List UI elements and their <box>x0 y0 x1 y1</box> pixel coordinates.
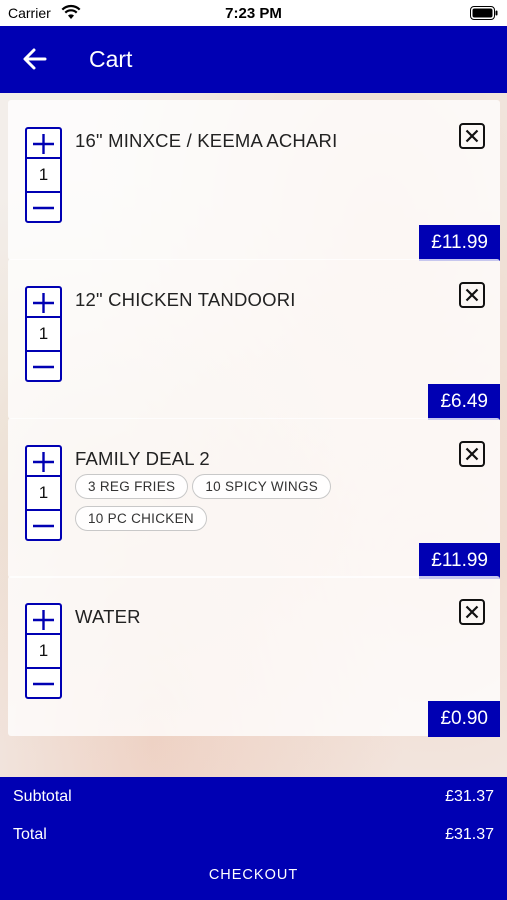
arrow-left-icon[interactable] <box>20 45 50 73</box>
subtotal-value: £31.37 <box>445 788 494 805</box>
decrement-button[interactable] <box>27 350 60 380</box>
decrement-button[interactable] <box>27 191 60 221</box>
cart-item: 1 16" MINXCE / KEEMA ACHARI £11.99 <box>8 100 500 261</box>
item-name: 12" CHICKEN TANDOORI <box>75 289 296 310</box>
plus-icon <box>33 452 54 472</box>
battery-icon <box>470 6 498 20</box>
quantity-value: 1 <box>38 641 49 660</box>
increment-button[interactable] <box>27 129 60 159</box>
cart-screen: Carrier 7:23 PM Cart 1 16" MINXCE / KEEM… <box>0 0 507 900</box>
minus-icon <box>33 682 54 686</box>
close-box-icon[interactable] <box>459 441 485 467</box>
item-options: 3 REG FRIES 10 SPICY WINGS 10 PC CHICKEN <box>75 474 375 538</box>
plus-icon <box>33 610 54 630</box>
decrement-button[interactable] <box>27 509 60 539</box>
quantity-stepper: 1 <box>25 445 62 541</box>
item-name: FAMILY DEAL 2 <box>75 448 210 469</box>
plus-icon <box>33 293 54 313</box>
item-price: £0.90 <box>428 701 500 737</box>
minus-icon <box>33 365 54 369</box>
cart-item: 1 WATER £0.90 <box>8 576 500 737</box>
item-name: WATER <box>75 606 141 627</box>
app-header: Cart <box>0 26 507 93</box>
option-chip: 10 PC CHICKEN <box>75 506 207 531</box>
quantity-stepper: 1 <box>25 286 62 382</box>
item-price: £11.99 <box>419 225 500 261</box>
increment-button[interactable] <box>27 288 60 318</box>
close-box-icon[interactable] <box>459 123 485 149</box>
plus-icon <box>33 134 54 154</box>
cart-item: 1 FAMILY DEAL 2 3 REG FRIES 10 SPICY WING… <box>8 418 500 579</box>
quantity-stepper: 1 <box>25 603 62 699</box>
quantity-value: 1 <box>38 324 49 343</box>
quantity-stepper: 1 <box>25 127 62 223</box>
cart-summary: Subtotal £31.37 Total £31.37 CHECKOUT <box>0 777 507 900</box>
decrement-button[interactable] <box>27 667 60 697</box>
page-title: Cart <box>89 46 133 72</box>
cart-item: 1 12" CHICKEN TANDOORI £6.49 <box>8 259 500 420</box>
status-bar: Carrier 7:23 PM <box>0 0 507 26</box>
subtotal-label: Subtotal <box>13 788 72 805</box>
checkout-button[interactable]: CHECKOUT <box>0 867 507 889</box>
increment-button[interactable] <box>27 605 60 635</box>
minus-icon <box>33 524 54 528</box>
close-box-icon[interactable] <box>459 599 485 625</box>
clock-time: 7:23 PM <box>225 5 282 22</box>
item-price: £6.49 <box>428 384 500 420</box>
increment-button[interactable] <box>27 447 60 477</box>
cart-list: 1 16" MINXCE / KEEMA ACHARI £11.99 1 12"… <box>0 93 507 777</box>
item-name: 16" MINXCE / KEEMA ACHARI <box>75 130 338 151</box>
close-box-icon[interactable] <box>459 282 485 308</box>
minus-icon <box>33 206 54 210</box>
quantity-value: 1 <box>38 483 49 502</box>
option-chip: 3 REG FRIES <box>75 474 189 499</box>
total-value: £31.37 <box>445 826 494 843</box>
total-label: Total <box>13 826 47 843</box>
quantity-value: 1 <box>38 165 49 184</box>
item-price: £11.99 <box>419 543 500 579</box>
option-chip: 10 SPICY WINGS <box>192 474 332 499</box>
